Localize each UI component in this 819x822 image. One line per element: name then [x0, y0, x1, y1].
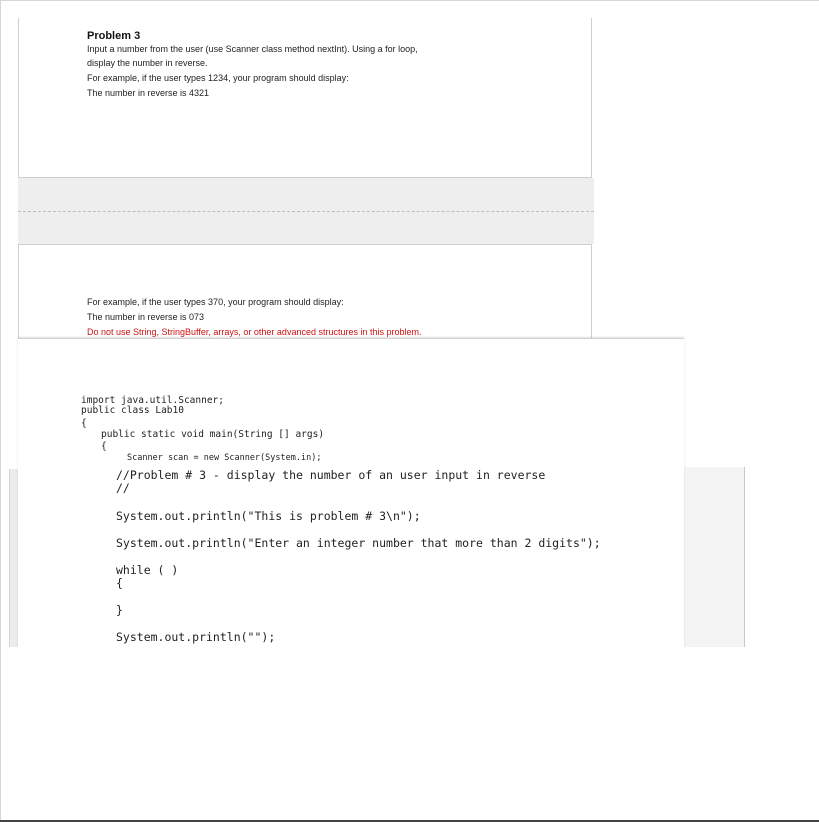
problem-line-3: For example, if the user types 1234, you… — [87, 73, 349, 83]
code-line-print-problem: System.out.println("This is problem # 3\… — [116, 509, 421, 523]
code-line-while-close: } — [116, 603, 123, 617]
code-line-main: public static void main(String [] args) — [101, 429, 325, 440]
problem-line-1: Input a number from the user (use Scanne… — [87, 44, 418, 54]
frame-left-border — [0, 0, 1, 822]
code-line-main-open: { — [101, 441, 107, 452]
code-line-comment-problem: //Problem # 3 - display the number of an… — [116, 468, 546, 482]
code-line-while: while ( ) — [116, 563, 179, 577]
code-line-scanner: Scanner scan = new Scanner(System.in); — [127, 453, 322, 463]
problem-page-1 — [18, 18, 592, 178]
code-line-print-prompt: System.out.println("Enter an integer num… — [116, 536, 601, 550]
problem-line-2: display the number in reverse. — [87, 58, 208, 68]
background-window-edge-right — [684, 467, 745, 647]
example-line-2: The number in reverse is 073 — [87, 312, 205, 322]
code-line-print-empty: System.out.println(""); — [116, 630, 276, 644]
code-line-while-open: { — [116, 576, 123, 590]
code-line-comment-empty: // — [116, 481, 130, 495]
frame-top-border — [0, 0, 819, 1]
example-line-1: For example, if the user types 370, your… — [87, 297, 344, 307]
problem-line-4: The number in reverse is 4321 — [87, 88, 210, 98]
problem-title: Problem 3 — [87, 30, 141, 42]
warning-text: Do not use String, StringBuffer, arrays,… — [87, 327, 422, 337]
code-line-class: public class Lab10 — [81, 405, 184, 416]
code-line-class-open: { — [81, 418, 87, 429]
page-break-divider — [18, 211, 594, 212]
